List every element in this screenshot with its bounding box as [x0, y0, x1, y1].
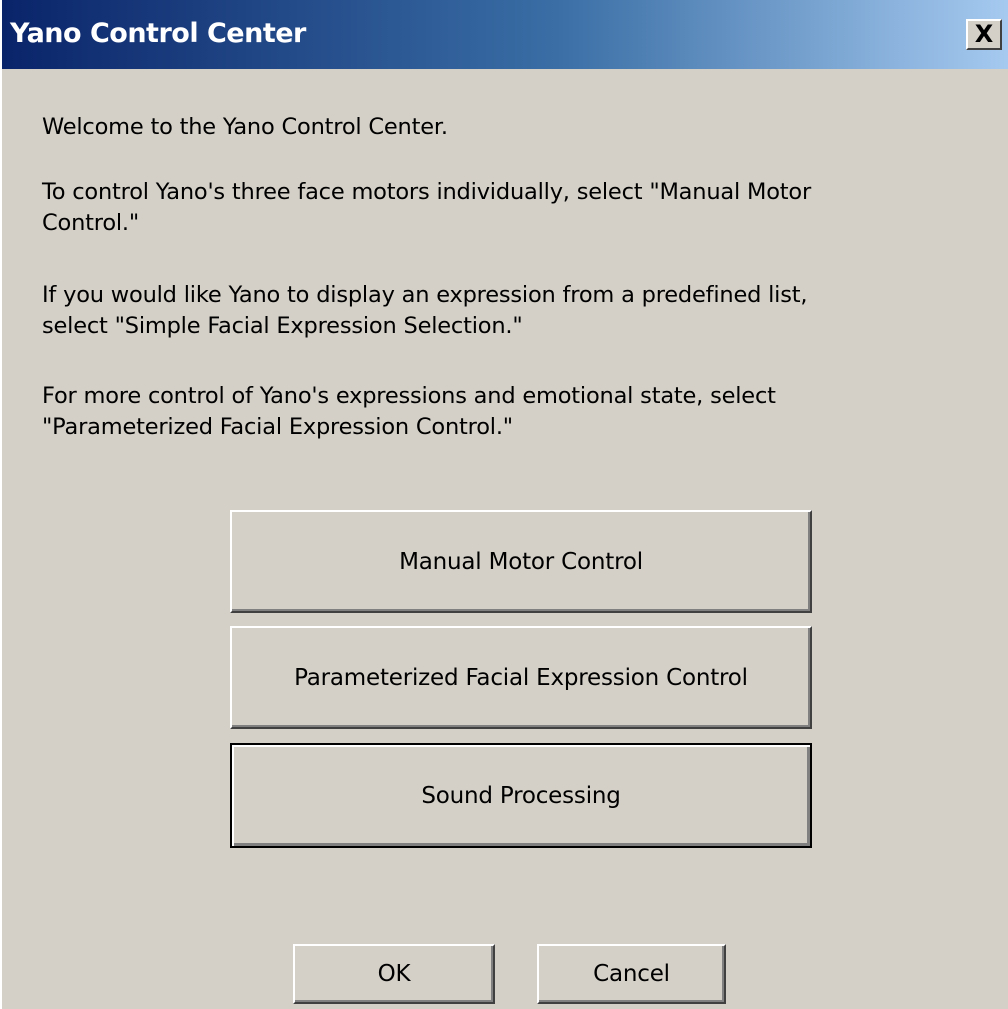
manual-motor-line-2: Control." — [42, 210, 140, 236]
window-title: Yano Control Center — [10, 18, 306, 49]
parameterized-line-2: "Parameterized Facial Expression Control… — [42, 414, 513, 440]
simple-expression-line-1: If you would like Yano to display an exp… — [42, 282, 808, 308]
manual-motor-line-1: To control Yano's three face motors indi… — [42, 179, 811, 205]
ok-button[interactable]: OK — [293, 944, 495, 1004]
simple-expression-line-2: select "Simple Facial Expression Selecti… — [42, 313, 523, 339]
cancel-button[interactable]: Cancel — [537, 944, 726, 1004]
simple-expression-instructions: If you would like Yano to display an exp… — [42, 280, 972, 342]
welcome-line: Welcome to the Yano Control Center. — [42, 114, 448, 140]
parameterized-facial-expression-control-button[interactable]: Parameterized Facial Expression Control — [230, 626, 812, 729]
manual-motor-instructions: To control Yano's three face motors indi… — [42, 177, 972, 239]
parameterized-instructions: For more control of Yano's expressions a… — [42, 381, 972, 443]
welcome-text: Welcome to the Yano Control Center. — [42, 112, 972, 143]
yano-control-center-dialog: Yano Control Center X Welcome to the Yan… — [0, 0, 1008, 1009]
manual-motor-control-button[interactable]: Manual Motor Control — [230, 510, 812, 613]
sound-processing-button[interactable]: Sound Processing — [230, 743, 812, 848]
close-icon[interactable]: X — [966, 19, 1002, 50]
title-bar[interactable]: Yano Control Center X — [2, 0, 1008, 69]
parameterized-line-1: For more control of Yano's expressions a… — [42, 383, 776, 409]
